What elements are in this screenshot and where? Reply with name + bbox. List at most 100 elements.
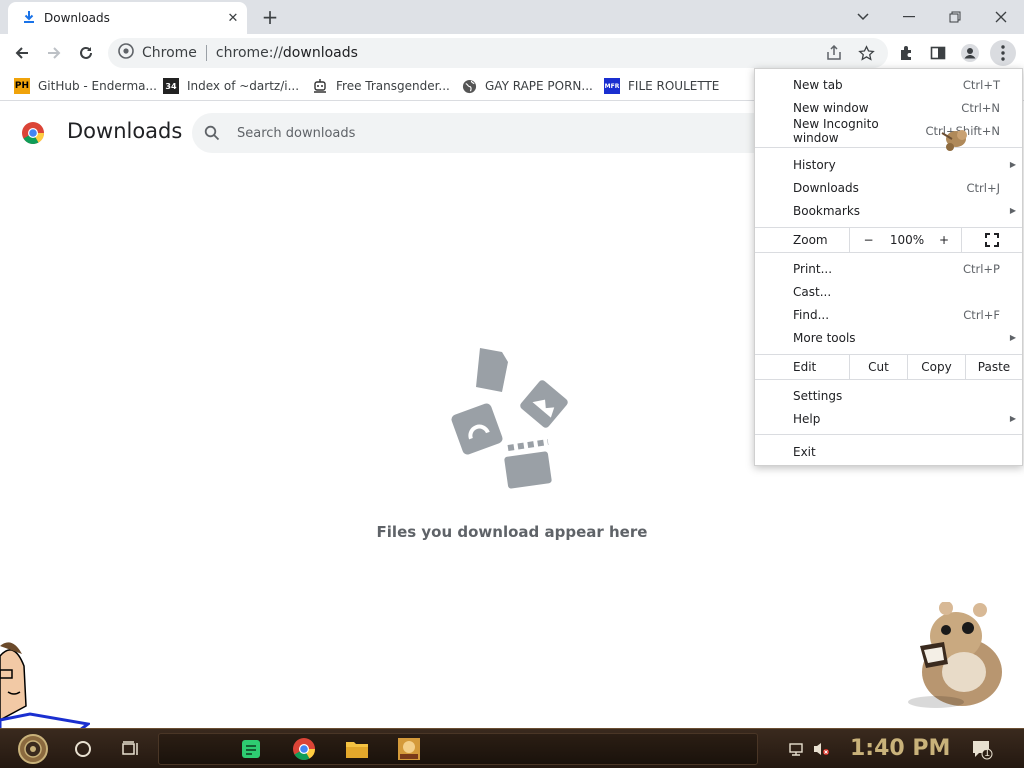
menu-item-label: New window [793, 100, 869, 115]
restore-button[interactable] [938, 4, 972, 30]
empty-state-message: Files you download appear here [376, 523, 648, 541]
green-notes-icon [242, 740, 260, 758]
cortana-circle-icon [75, 741, 91, 757]
bookmark-item[interactable]: PH GitHub - Enderma... [14, 76, 157, 96]
side-panel-button[interactable] [926, 41, 950, 65]
task-view-button[interactable] [118, 733, 144, 765]
back-button[interactable] [9, 40, 35, 66]
close-window-button[interactable] [984, 4, 1018, 30]
menu-item-shortcut: Ctrl+N [961, 100, 1000, 115]
fullscreen-icon [985, 232, 999, 247]
extensions-button[interactable] [894, 41, 918, 65]
number-icon: 34 [163, 78, 179, 94]
tab-close-icon[interactable]: ✕ [223, 11, 243, 26]
fullscreen-button[interactable] [961, 227, 1022, 252]
robot-icon [312, 78, 328, 94]
search-placeholder: Search downloads [237, 125, 356, 141]
chevron-down-icon [857, 13, 869, 21]
menu-item-shortcut: Ctrl+P [962, 261, 1000, 276]
start-button[interactable] [6, 733, 60, 765]
menu-item-find[interactable]: Find... Ctrl+F [755, 303, 1022, 326]
steampunk-start-icon [18, 734, 48, 764]
notification-count: 1 [984, 748, 991, 759]
submenu-arrow-icon: ▶ [1009, 333, 1016, 342]
cut-button[interactable]: Cut [849, 354, 907, 379]
menu-item-label: Help [793, 411, 821, 426]
new-tab-button[interactable]: + [259, 7, 281, 29]
menu-separator [755, 147, 1022, 148]
zoom-level: 100% [889, 232, 925, 247]
menu-separator [755, 434, 1022, 435]
arrow-left-icon [15, 47, 28, 59]
taskbar-app-notes[interactable] [238, 733, 264, 765]
bookmark-item[interactable]: MFR FILE ROULETTE [604, 76, 719, 96]
edit-label: Edit [793, 359, 817, 374]
audio-icon [451, 403, 503, 455]
menu-item-history[interactable]: History ▶ [755, 153, 1022, 176]
network-icon[interactable] [786, 733, 806, 765]
menu-item-new-tab[interactable]: New tab Ctrl+T [755, 73, 1022, 96]
bookmark-label: Index of ~dartz/i... [187, 79, 300, 93]
bookmark-item[interactable]: GAY RAPE PORN... [461, 76, 593, 96]
search-button[interactable] [70, 733, 96, 765]
volume-muted-icon[interactable] [810, 733, 832, 765]
submenu-arrow-icon: ▶ [1009, 414, 1016, 423]
avatar-icon [961, 44, 979, 62]
address-bar[interactable]: Chrome chrome://downloads [108, 38, 888, 68]
paste-button[interactable]: Paste [965, 354, 1022, 379]
menu-item-shortcut: Ctrl+F [963, 307, 1000, 322]
close-icon [995, 11, 1007, 23]
toolbar: Chrome chrome://downloads [0, 34, 1024, 71]
menu-item-more-tools[interactable]: More tools ▶ [755, 326, 1022, 349]
tab-downloads[interactable]: Downloads ✕ [8, 2, 247, 34]
notification-center-button[interactable]: 1 [968, 733, 996, 765]
taskbar-app-explorer[interactable] [344, 733, 370, 765]
menu-item-label: History [793, 157, 836, 172]
menu-item-cast[interactable]: Cast... [755, 280, 1022, 303]
minimize-button[interactable] [892, 4, 926, 30]
menu-item-help[interactable]: Help ▶ [755, 407, 1022, 430]
profile-button[interactable] [958, 41, 982, 65]
menu-item-print[interactable]: Print... Ctrl+P [755, 257, 1022, 280]
taskbar-clock[interactable]: 1:40 PM [850, 736, 950, 761]
bookmark-label: GitHub - Enderma... [38, 79, 157, 93]
menu-item-downloads[interactable]: Downloads Ctrl+J [755, 176, 1022, 199]
download-icon [22, 9, 36, 28]
search-input[interactable]: Search downloads [192, 113, 792, 153]
menu-item-shortcut: Ctrl+J [966, 180, 1001, 195]
taskbar-app-game[interactable] [396, 733, 422, 765]
menu-item-settings[interactable]: Settings [755, 384, 1022, 407]
zoom-in-button[interactable]: + [927, 227, 961, 252]
reading-hamster-icon [906, 601, 1012, 710]
bookmark-star-button[interactable] [854, 41, 878, 65]
menu-item-label: Downloads [793, 180, 859, 195]
forward-button[interactable] [41, 40, 67, 66]
share-button[interactable] [822, 41, 846, 65]
menu-button[interactable] [990, 40, 1016, 66]
task-view-icon [122, 741, 138, 755]
reload-icon [80, 46, 92, 59]
search-icon [204, 125, 220, 141]
menu-item-label: More tools [793, 330, 856, 345]
menu-separator [755, 252, 1022, 253]
zoom-out-button[interactable]: − [849, 227, 887, 252]
empty-state-illustration [450, 344, 576, 492]
menu-item-new-incognito[interactable]: New Incognito window Ctrl+Shift+N [755, 116, 1022, 145]
bookmark-item[interactable]: 34 Index of ~dartz/i... [163, 76, 299, 96]
bookmark-item[interactable]: Free Transgender... [312, 76, 450, 96]
submenu-arrow-icon: ▶ [1009, 206, 1016, 215]
reload-button[interactable] [73, 40, 99, 66]
copy-button[interactable]: Copy [907, 354, 965, 379]
chrome-menu: New tab Ctrl+T New window Ctrl+N New Inc… [754, 68, 1023, 466]
chrome-icon [118, 43, 134, 63]
menu-item-exit[interactable]: Exit [755, 440, 1022, 463]
menu-item-label: Print... [793, 261, 833, 276]
tab-search-button[interactable] [846, 4, 880, 30]
menu-item-label: Bookmarks [793, 203, 861, 218]
url-text: chrome://downloads [215, 45, 358, 61]
cartoon-man-icon [0, 636, 92, 732]
menu-item-bookmarks[interactable]: Bookmarks ▶ [755, 199, 1022, 222]
zoom-label: Zoom [793, 232, 828, 247]
menu-item-label: New Incognito window [793, 116, 879, 145]
taskbar-app-chrome[interactable] [291, 733, 317, 765]
